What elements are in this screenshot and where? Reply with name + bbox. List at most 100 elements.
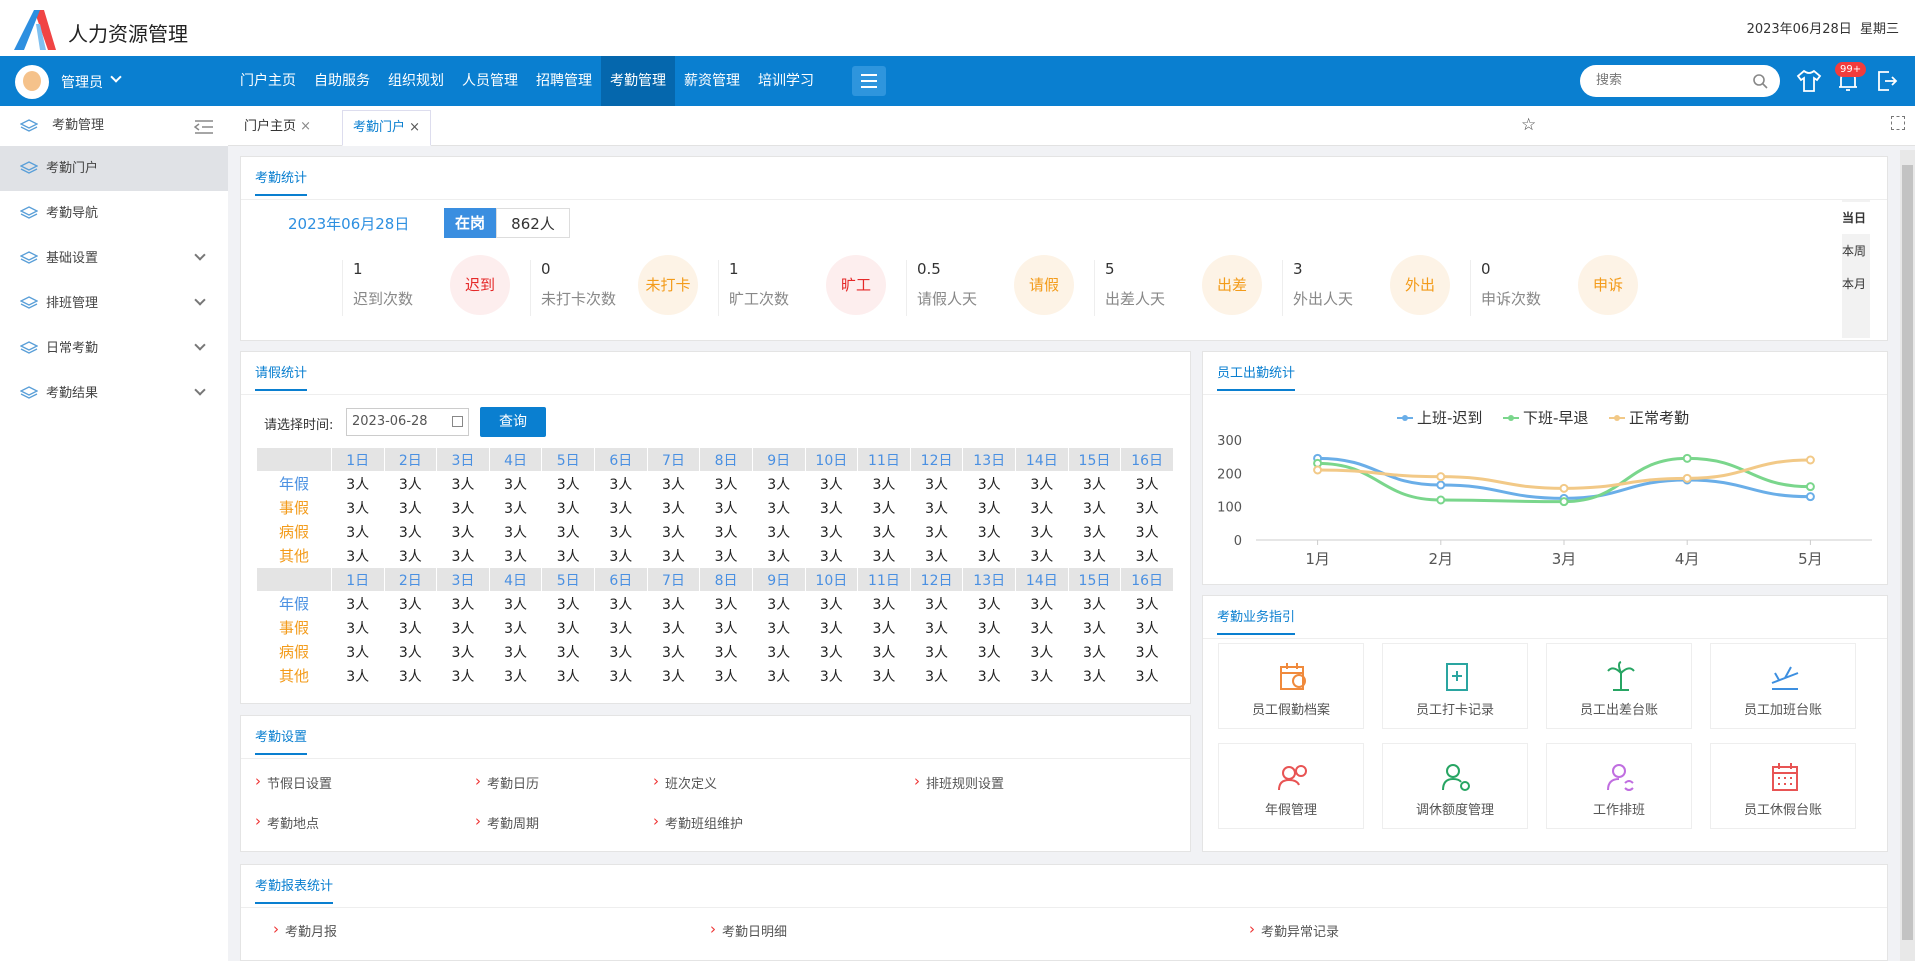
period-option[interactable]: 本周: [1842, 235, 1870, 267]
nav-item[interactable]: 门户主页: [231, 56, 305, 106]
stat-badge[interactable]: 申诉: [1578, 255, 1638, 315]
guide-card[interactable]: 员工打卡记录: [1382, 643, 1528, 729]
settings-link[interactable]: 排班规则设置: [914, 772, 1004, 792]
data-point[interactable]: [1805, 455, 1815, 465]
data-point[interactable]: [1436, 480, 1446, 490]
guide-card[interactable]: 工作排班: [1546, 743, 1692, 829]
chevron-down-icon[interactable]: [110, 71, 122, 83]
sidebar-item[interactable]: 基础设置: [0, 236, 228, 281]
stat-label: 申诉次数: [1481, 290, 1542, 308]
settings-link[interactable]: 班次定义: [653, 772, 717, 792]
sidebar-item[interactable]: 排班管理: [0, 281, 228, 326]
scrollbar[interactable]: [1900, 150, 1915, 961]
data-point[interactable]: [1436, 472, 1446, 482]
leave-cell: 3人: [383, 495, 438, 520]
leave-row: 其他 3人 3人 3人 3人 3人 3人 3人 3人 3人 3人 3人 3人 3人 3人 3人 3人: [256, 663, 1174, 688]
period-option[interactable]: 本月: [1842, 268, 1870, 300]
y-tick-label: 0: [1234, 534, 1242, 549]
guide-card[interactable]: 员工出差台账: [1546, 643, 1692, 729]
menu-icon[interactable]: [852, 66, 886, 96]
data-point[interactable]: [1805, 492, 1815, 502]
star-icon[interactable]: ☆: [1521, 115, 1536, 135]
day-header: 16日: [1120, 447, 1174, 472]
chevron-down-icon[interactable]: [194, 339, 206, 351]
scrollbar-thumb[interactable]: [1902, 165, 1913, 940]
settings-link[interactable]: 考勤班组维护: [653, 812, 743, 832]
sidebar-item[interactable]: 日常考勤: [0, 326, 228, 371]
chevron-down-icon[interactable]: [194, 294, 206, 306]
close-icon[interactable]: ×: [300, 119, 311, 134]
leave-cell: 3人: [857, 495, 911, 520]
nav-item[interactable]: 招聘管理: [527, 56, 601, 106]
data-point[interactable]: [1313, 465, 1323, 475]
guide-card-label: 年假管理: [1264, 803, 1317, 818]
avatar[interactable]: [15, 65, 49, 99]
nav-item[interactable]: 人员管理: [453, 56, 527, 106]
query-button[interactable]: 查询: [480, 407, 546, 437]
guide-card[interactable]: 员工休假台账: [1710, 743, 1856, 829]
data-point[interactable]: [1559, 483, 1569, 493]
data-point[interactable]: [1436, 495, 1446, 505]
settings-link[interactable]: 考勤周期: [475, 812, 539, 832]
legend-item[interactable]: 正常考勤: [1609, 409, 1689, 427]
leave-cell: 3人: [330, 663, 385, 688]
chevron-down-icon[interactable]: [194, 384, 206, 396]
stat-badge[interactable]: 出差: [1202, 255, 1262, 315]
stat-badge[interactable]: 请假: [1014, 255, 1074, 315]
guide-card[interactable]: 员工加班台账: [1710, 643, 1856, 729]
leave-cell: 3人: [804, 543, 859, 568]
tab-home[interactable]: 门户主页 ×: [234, 110, 321, 146]
sidebar-item[interactable]: 考勤门户: [0, 146, 228, 191]
search-input[interactable]: 搜索: [1580, 65, 1780, 97]
sidebar-item[interactable]: 考勤导航: [0, 191, 228, 236]
settings-link[interactable]: 考勤地点: [255, 812, 319, 832]
legend-item[interactable]: 下班-早退: [1503, 409, 1588, 427]
sidebar-item[interactable]: 考勤结果: [0, 371, 228, 416]
chevron-down-icon[interactable]: [194, 249, 206, 261]
nav-item[interactable]: 薪资管理: [675, 56, 749, 106]
legend-item[interactable]: 上班-迟到: [1397, 409, 1482, 427]
logout-icon[interactable]: [1875, 69, 1899, 93]
report-link[interactable]: 考勤月报: [273, 920, 337, 940]
data-point[interactable]: [1805, 482, 1815, 492]
data-point[interactable]: [1682, 453, 1692, 463]
nav-item[interactable]: 考勤管理: [601, 56, 675, 106]
leave-cell: 3人: [330, 591, 385, 616]
settings-link[interactable]: 考勤日历: [475, 772, 539, 792]
collapse-menu-icon[interactable]: [194, 119, 214, 135]
date-picker[interactable]: 2023-06-28: [346, 408, 469, 436]
calendar-icon[interactable]: [452, 416, 463, 427]
palm-tree-icon: [1607, 661, 1635, 691]
leave-cell: 3人: [751, 591, 806, 616]
nav-item[interactable]: 组织规划: [379, 56, 453, 106]
leave-cell: 3人: [804, 663, 859, 688]
stat-badge[interactable]: 未打卡: [638, 255, 698, 315]
stat-value: 1: [729, 260, 739, 278]
close-icon[interactable]: ×: [409, 120, 420, 135]
nav-item[interactable]: 培训学习: [749, 56, 823, 106]
guide-card[interactable]: 年假管理: [1218, 743, 1364, 829]
fullscreen-icon[interactable]: [1891, 116, 1905, 130]
sidebar-item-label: 排班管理: [46, 296, 99, 311]
stat-badge[interactable]: 旷工: [826, 255, 886, 315]
stat-badge[interactable]: 外出: [1390, 255, 1450, 315]
shirt-icon[interactable]: [1796, 69, 1822, 93]
data-point[interactable]: [1682, 473, 1692, 483]
leave-cell: 3人: [1067, 495, 1122, 520]
leave-cell: 3人: [594, 615, 648, 640]
settings-link[interactable]: 节假日设置: [255, 772, 332, 792]
period-option[interactable]: 当日: [1842, 202, 1870, 234]
data-point[interactable]: [1559, 497, 1569, 507]
stat-item: 0.5 请假人天 请假: [906, 255, 1094, 316]
report-link[interactable]: 考勤异常记录: [1249, 920, 1339, 940]
guide-card[interactable]: 调休额度管理: [1382, 743, 1528, 829]
nav-item[interactable]: 自助服务: [305, 56, 379, 106]
report-link[interactable]: 考勤日明细: [710, 920, 787, 940]
user-name[interactable]: 管理员: [61, 72, 103, 92]
stat-badge[interactable]: 迟到: [450, 255, 510, 315]
guide-card[interactable]: 员工假勤档案: [1218, 643, 1364, 729]
search-icon[interactable]: [1752, 73, 1768, 89]
leave-cell: 3人: [646, 519, 701, 544]
leave-cell: 3人: [541, 543, 596, 568]
tab-attendance-portal[interactable]: 考勤门户 ×: [342, 110, 432, 146]
